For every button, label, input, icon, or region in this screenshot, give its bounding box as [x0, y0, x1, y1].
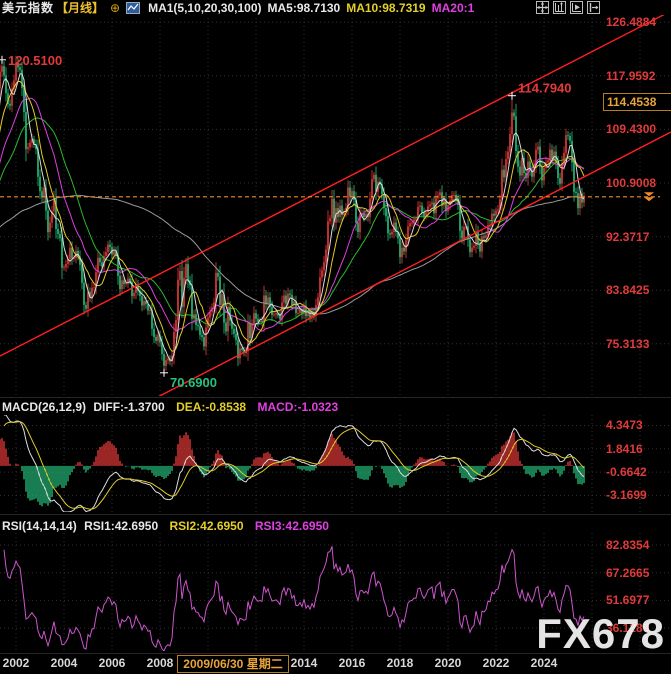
watermark: FX678: [536, 610, 665, 658]
x-axis-year-label: 2006: [92, 656, 132, 670]
chart-toolbar: [536, 1, 600, 14]
x-axis-year-label: 2018: [380, 656, 420, 670]
rsi-axis-label: 51.6977: [606, 593, 670, 607]
price-annotation: 70.6900: [170, 375, 217, 390]
macd-indicator-row: MACD(26,12,9) DIFF:-1.3700 DEA:-0.8538 M…: [2, 400, 338, 414]
price-axis-label: 92.3717: [606, 230, 670, 244]
chart-play-icon[interactable]: [570, 1, 583, 14]
instrument-title: 美元指数: [2, 0, 54, 16]
rsi1-value: RSI1:42.6950: [84, 519, 158, 533]
macd-axis-label: 1.8416: [606, 442, 670, 456]
crosshair-date-label: 2009/06/30 星期二: [177, 655, 289, 673]
price-chart-canvas[interactable]: 120.5100 70.6900 114.7940: [0, 0, 671, 674]
collapse-icon[interactable]: ⊕: [110, 1, 120, 15]
x-axis-year-label: 2024: [524, 656, 564, 670]
macd-diff-value: DIFF:-1.3700: [93, 400, 164, 414]
x-axis-year-label: 2002: [0, 656, 36, 670]
rsi-indicator-row: RSI(14,14,14) RSI1:42.6950 RSI2:42.6950 …: [2, 519, 329, 533]
pane-separator: [0, 397, 671, 398]
pan-crosshair-icon[interactable]: [536, 1, 549, 14]
macd-axis-label: 4.3473: [606, 418, 670, 432]
macd-dea-value: DEA:-0.8538: [176, 400, 246, 414]
ma5-value: MA5:98.7130: [268, 1, 341, 15]
price-axis-label: 75.3133: [606, 337, 670, 351]
crosshair-price-label: 114.4538: [603, 93, 671, 111]
timeframe-label: 【月线】: [56, 0, 104, 16]
x-axis-year-label: 2020: [428, 656, 468, 670]
x-axis-year-label: 2016: [332, 656, 372, 670]
x-axis-year-label: 2014: [284, 656, 324, 670]
macd-axis-label: -0.6642: [606, 465, 670, 479]
macd-macd-value: MACD:-1.0323: [257, 400, 338, 414]
chart-app: 120.5100 70.6900 114.7940 美元指数 【月线】 ⊕ MA1(…: [0, 0, 671, 674]
chart-scale-up-icon[interactable]: [553, 1, 566, 14]
rsi-axis-label: 82.8354: [606, 538, 670, 552]
price-annotation: 120.5100: [8, 53, 62, 68]
price-axis-label: 126.4884: [606, 15, 670, 29]
pane-separator: [0, 514, 671, 515]
rsi2-value: RSI2:42.6950: [169, 519, 243, 533]
price-axis-label: 83.8425: [606, 283, 670, 297]
ma20-value: MA20:1: [432, 1, 475, 15]
price-axis-label: 100.9008: [606, 176, 670, 190]
x-axis-year-label: 2022: [476, 656, 516, 670]
rsi3-value: RSI3:42.6950: [255, 519, 329, 533]
ma10-value: MA10:98.7319: [346, 1, 425, 15]
ma-settings-label: MA1(5,10,20,30,100): [148, 1, 261, 15]
price-axis-label: 109.4300: [606, 122, 670, 136]
rsi-name[interactable]: RSI(14,14,14): [2, 519, 77, 533]
price-axis-label: 117.9592: [606, 69, 670, 83]
chart-type-icon[interactable]: [126, 2, 140, 14]
x-axis-year-label: 2004: [44, 656, 84, 670]
price-annotation: 114.7940: [518, 81, 572, 96]
step-forward-icon[interactable]: [587, 1, 600, 14]
x-axis-year-label: 2008: [140, 656, 180, 670]
rsi-axis-label: 67.2665: [606, 566, 670, 580]
macd-axis-label: -3.1699: [606, 488, 670, 502]
macd-name[interactable]: MACD(26,12,9): [2, 400, 86, 414]
